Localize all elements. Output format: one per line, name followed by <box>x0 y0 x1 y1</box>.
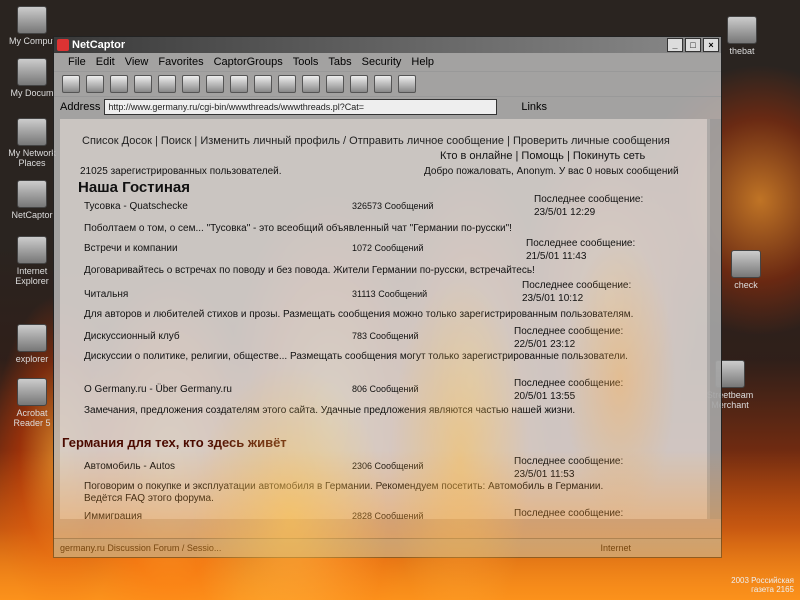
close-button[interactable]: × <box>703 38 719 52</box>
section-title: Наша Гостиная <box>78 179 190 196</box>
forum-link[interactable]: Дискуссионный клуб <box>84 331 180 342</box>
history-icon[interactable] <box>254 75 272 93</box>
menu-captorgroups[interactable]: CaptorGroups <box>214 53 283 71</box>
icon-label: thebat <box>729 46 755 56</box>
netcaptor-window: NetCaptor _ □ × File Edit View Favorites… <box>53 36 722 558</box>
icon-label: NetCaptor <box>11 210 53 220</box>
links-label[interactable]: Links <box>521 101 547 113</box>
last-post: Последнее сообщение: 23/5/01 11:53 <box>514 456 624 480</box>
forum-description: Для авторов и любителей стихов и прозы. … <box>84 309 634 320</box>
icon-label: My Docum <box>10 88 54 98</box>
message-count: 1072 Сообщений <box>352 243 424 253</box>
edit-icon[interactable] <box>350 75 368 93</box>
menu-tabs[interactable]: Tabs <box>328 53 351 71</box>
home-icon[interactable] <box>182 75 200 93</box>
message-count: 326573 Сообщений <box>352 201 434 211</box>
forum-description: Поговорим о покупке и эксплуатации автом… <box>84 481 604 504</box>
forum-link[interactable]: Встречи и компании <box>84 243 178 254</box>
icon-label: explorer <box>15 354 49 364</box>
tabs-icon[interactable] <box>278 75 296 93</box>
page-content: Список Досок | Поиск | Изменить личный п… <box>60 119 710 519</box>
forum-link[interactable]: Читальня <box>84 289 128 300</box>
menu-help[interactable]: Help <box>411 53 434 71</box>
icon-label: Internet Explorer <box>15 266 49 286</box>
address-input[interactable]: http://www.germany.ru/cgi-bin/wwwthreads… <box>104 99 498 115</box>
status-text: germany.ru Discussion Forum / Sessio... <box>60 543 222 553</box>
last-post: Последнее сообщение: 21/5/01 11:43 <box>526 238 636 262</box>
forum-link[interactable]: Иммиграция <box>84 511 142 519</box>
toolbar <box>54 71 721 97</box>
netcaptor-app-icon <box>57 39 69 51</box>
menu-view[interactable]: View <box>125 53 149 71</box>
forum-description: Поболтаем о том, о сем... "Тусовка" - эт… <box>84 223 512 234</box>
mail-icon[interactable] <box>398 75 416 93</box>
forward-icon[interactable] <box>110 75 128 93</box>
last-post: Последнее сообщение: 23/5/01 10:12 <box>522 280 632 304</box>
message-count: 783 Сообщений <box>352 331 419 341</box>
status-bar: germany.ru Discussion Forum / Sessio... … <box>54 538 721 557</box>
forum-nav-2[interactable]: Кто в онлайне | Помощь | Покинуть сеть <box>440 150 645 162</box>
vertical-scrollbar[interactable] <box>707 119 721 519</box>
icon-label: My Comput <box>8 36 55 46</box>
menu-file[interactable]: File <box>68 53 86 71</box>
status-zone: Internet <box>600 543 631 553</box>
last-post: Последнее сообщение: 23/5/01 <box>514 508 624 519</box>
icon-label: My Network Places <box>8 148 56 168</box>
stop-icon[interactable] <box>134 75 152 93</box>
forum-description: Замечания, предложения создателям этого … <box>84 405 576 416</box>
forum-link[interactable]: Тусовка - Quatschecke <box>84 201 188 212</box>
new-icon[interactable] <box>62 75 80 93</box>
check-icon[interactable]: check <box>716 250 776 290</box>
icon-label: Acrobat Reader 5 <box>13 408 51 428</box>
print-icon[interactable] <box>326 75 344 93</box>
lock-icon[interactable] <box>374 75 392 93</box>
last-post: Последнее сообщение: 23/5/01 12:29 <box>534 194 644 218</box>
menu-tools[interactable]: Tools <box>293 53 319 71</box>
icon-label: check <box>734 280 758 290</box>
address-label: Address <box>60 101 101 113</box>
last-post: Последнее сообщение: 22/5/01 23:12 <box>514 326 624 350</box>
maximize-button[interactable]: □ <box>685 38 701 52</box>
menu-security[interactable]: Security <box>362 53 402 71</box>
clock: 2003 Российская газета 2165 <box>731 576 794 594</box>
search-icon[interactable] <box>206 75 224 93</box>
forum-nav[interactable]: Список Досок | Поиск | Изменить личный п… <box>82 135 670 147</box>
forum-link[interactable]: Автомобиль - Autos <box>84 461 175 472</box>
forum-link[interactable]: О Germany.ru - Über Germany.ru <box>84 384 232 395</box>
back-icon[interactable] <box>86 75 104 93</box>
section-title-2: Германия для тех, кто здесь живёт <box>62 435 287 450</box>
message-count: 2828 Сообщений <box>352 511 424 519</box>
forum-description: Договаривайтесь о встречах по поводу и б… <box>84 265 535 276</box>
refresh-icon[interactable] <box>158 75 176 93</box>
minimize-button[interactable]: _ <box>667 38 683 52</box>
message-count: 31113 Сообщений <box>352 289 428 299</box>
window-title: NetCaptor <box>72 39 126 51</box>
registered-count: 21025 зарегистрированных пользователей. <box>80 166 282 177</box>
welcome-text: Добро пожаловать, Anonym. У вас 0 новых … <box>424 166 679 177</box>
message-count: 806 Сообщений <box>352 384 419 394</box>
message-count: 2306 Сообщений <box>352 461 424 471</box>
menu-edit[interactable]: Edit <box>96 53 115 71</box>
title-bar[interactable]: NetCaptor _ □ × <box>54 37 721 53</box>
address-bar: Address http://www.germany.ru/cgi-bin/ww… <box>54 97 721 117</box>
favorites-icon[interactable] <box>230 75 248 93</box>
menu-bar: File Edit View Favorites CaptorGroups To… <box>54 53 721 71</box>
forum-description: Дискуссии о политике, религии, обществе.… <box>84 351 628 362</box>
last-post: Последнее сообщение: 20/5/01 13:55 <box>514 378 624 402</box>
settings-icon[interactable] <box>302 75 320 93</box>
menu-favorites[interactable]: Favorites <box>158 53 203 71</box>
